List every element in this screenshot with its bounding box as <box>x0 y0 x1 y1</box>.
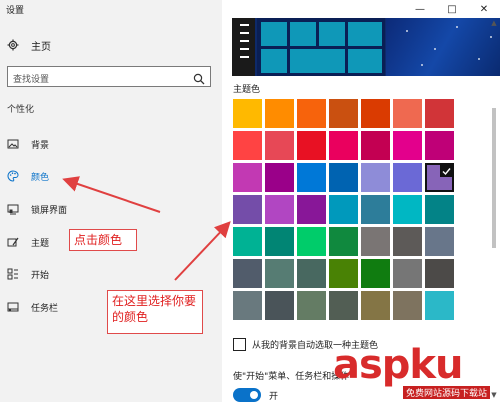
color-swatch[interactable] <box>361 99 390 128</box>
color-swatch[interactable] <box>425 163 454 192</box>
color-swatch[interactable] <box>425 99 454 128</box>
window-title: 设置 <box>6 6 25 16</box>
color-swatch[interactable] <box>297 291 326 320</box>
auto-pick-checkbox[interactable] <box>233 337 246 351</box>
checkmark-icon <box>440 165 452 177</box>
color-swatch[interactable] <box>393 291 422 320</box>
scroll-up-icon[interactable]: ▲ <box>490 18 498 28</box>
color-swatch[interactable] <box>329 291 358 320</box>
color-swatch[interactable] <box>329 163 358 192</box>
watermark-text: aspku <box>333 342 464 388</box>
color-swatch[interactable] <box>265 163 294 192</box>
color-swatch[interactable] <box>265 195 294 224</box>
sidebar-item-background[interactable]: 背景 <box>7 136 49 152</box>
search-icon[interactable] <box>193 70 205 85</box>
sidebar-item-lockscreen[interactable]: 锁屏界面 <box>7 201 67 217</box>
start-taskbar-toggle-row[interactable]: 开 <box>233 388 278 402</box>
lockscreen-icon <box>7 203 19 215</box>
color-swatch[interactable] <box>425 291 454 320</box>
preview-wallpaper <box>386 18 500 76</box>
sidebar-item-taskbar[interactable]: 任务栏 <box>7 299 58 315</box>
theme-color-heading: 主题色 <box>233 85 261 95</box>
color-swatch[interactable] <box>361 259 390 288</box>
sidebar-item-label: 主题 <box>31 238 50 249</box>
color-swatch[interactable] <box>425 227 454 256</box>
section-title-personalization: 个性化 <box>7 105 35 115</box>
color-swatch[interactable] <box>297 195 326 224</box>
start-icon <box>7 268 19 280</box>
start-taskbar-color-label: 使"开始"菜单、任务栏和操作 <box>233 372 350 382</box>
color-swatch[interactable] <box>393 227 422 256</box>
preview-tiles <box>257 18 385 76</box>
color-swatch[interactable] <box>233 163 262 192</box>
sidebar-item-colors[interactable]: 颜色 <box>7 168 49 184</box>
color-swatch[interactable] <box>265 99 294 128</box>
watermark-subtext: 免费网站源码下载站 <box>402 386 490 399</box>
color-swatch[interactable] <box>361 227 390 256</box>
nav-home[interactable]: 主页 <box>7 37 51 53</box>
window-controls: — □ ✕ <box>390 0 500 18</box>
color-swatch[interactable] <box>265 227 294 256</box>
annotation-click-color: 点击颜色 <box>69 229 137 251</box>
color-swatch[interactable] <box>393 163 422 192</box>
settings-sidebar: 设置 主页 个性化 背景 颜色 锁屏界面 主题 <box>0 0 222 402</box>
color-swatch[interactable] <box>393 195 422 224</box>
sidebar-item-label: 颜色 <box>31 172 50 183</box>
color-swatch[interactable] <box>329 99 358 128</box>
color-swatch[interactable] <box>297 163 326 192</box>
color-swatch[interactable] <box>393 259 422 288</box>
start-taskbar-toggle[interactable] <box>233 388 261 402</box>
color-swatch[interactable] <box>361 195 390 224</box>
color-swatch[interactable] <box>361 163 390 192</box>
color-swatch[interactable] <box>329 259 358 288</box>
picture-icon <box>7 138 19 150</box>
color-swatch[interactable] <box>393 99 422 128</box>
palette-icon <box>7 170 19 182</box>
color-swatch[interactable] <box>329 195 358 224</box>
color-swatch[interactable] <box>425 195 454 224</box>
color-swatch[interactable] <box>265 259 294 288</box>
minimize-button[interactable]: — <box>404 0 436 18</box>
color-swatch[interactable] <box>393 131 422 160</box>
color-swatch[interactable] <box>425 259 454 288</box>
theme-icon <box>7 236 19 248</box>
toggle-state-label: 开 <box>269 391 279 402</box>
color-swatch[interactable] <box>233 195 262 224</box>
color-swatch[interactable] <box>297 227 326 256</box>
search-box[interactable] <box>7 66 211 90</box>
color-swatch[interactable] <box>265 291 294 320</box>
scroll-thumb[interactable] <box>492 108 496 248</box>
color-swatch[interactable] <box>233 291 262 320</box>
taskbar-icon <box>7 301 19 313</box>
nav-home-label: 主页 <box>31 41 51 53</box>
maximize-button[interactable]: □ <box>436 0 468 18</box>
annotation-choose-color: 在这里选择你要的颜色 <box>107 290 203 334</box>
preview-start-menu <box>232 18 255 76</box>
sidebar-item-themes[interactable]: 主题 <box>7 234 49 250</box>
color-swatch[interactable] <box>361 131 390 160</box>
color-swatch[interactable] <box>233 99 262 128</box>
color-swatch[interactable] <box>329 227 358 256</box>
color-swatch[interactable] <box>329 131 358 160</box>
color-swatch[interactable] <box>425 131 454 160</box>
search-input[interactable] <box>8 70 188 90</box>
color-swatch[interactable] <box>297 259 326 288</box>
color-swatch[interactable] <box>233 227 262 256</box>
color-swatch[interactable] <box>297 99 326 128</box>
gear-icon <box>7 39 19 51</box>
sidebar-item-label: 开始 <box>31 270 50 281</box>
color-swatch[interactable] <box>265 131 294 160</box>
watermark-logo: aspku 免费网站源码下载站 <box>333 342 498 402</box>
theme-preview-image <box>232 18 500 76</box>
close-button[interactable]: ✕ <box>468 0 500 18</box>
color-swatch[interactable] <box>233 131 262 160</box>
color-swatch[interactable] <box>233 259 262 288</box>
sidebar-item-label: 锁屏界面 <box>31 205 68 216</box>
sidebar-item-label: 任务栏 <box>31 303 59 314</box>
sidebar-item-start[interactable]: 开始 <box>7 266 49 282</box>
color-swatch[interactable] <box>361 291 390 320</box>
color-swatch[interactable] <box>297 131 326 160</box>
sidebar-item-label: 背景 <box>31 140 50 151</box>
